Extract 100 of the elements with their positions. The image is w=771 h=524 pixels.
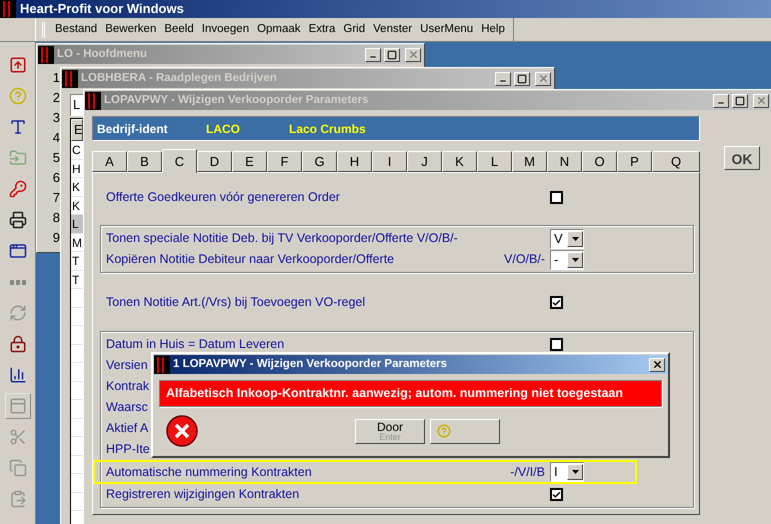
menu-item[interactable]: Venster (369, 20, 416, 38)
app-title: Heart-Profit voor Windows (20, 0, 184, 18)
scissors-icon (8, 428, 26, 446)
help-button[interactable] (430, 418, 500, 444)
select-field[interactable]: - (550, 250, 584, 270)
caret-icon (572, 236, 578, 240)
dropdown-button[interactable] (567, 230, 583, 246)
setting-label: Aktief A (106, 420, 148, 438)
setting-label: Kopiëren Notitie Debiteur naar Verkooporder/Offerte (106, 251, 394, 268)
tab[interactable]: J (407, 151, 442, 172)
logo-icon (62, 70, 78, 88)
window-title: LO - Hoofdmenu (57, 46, 148, 62)
menu-item[interactable]: Grid (339, 20, 370, 38)
tab[interactable]: F (267, 151, 302, 172)
check-icon (552, 298, 561, 308)
setting-label: Tonen Notitie Art.(/Vrs) bij Toevoegen VO-regel (106, 294, 366, 312)
maximize-button[interactable] (384, 48, 400, 62)
select-field[interactable]: I (550, 462, 584, 482)
checkbox[interactable] (550, 296, 563, 309)
menu-item[interactable]: Bestand (51, 20, 102, 38)
maximize-button[interactable] (514, 72, 530, 86)
tab[interactable]: N (547, 151, 582, 172)
company-code: LACO (206, 120, 241, 138)
logo-icon (0, 0, 16, 18)
setting-label: Waarsc (106, 399, 148, 416)
menu-item[interactable]: Opmaak (253, 20, 305, 38)
close-button[interactable] (649, 358, 665, 372)
input-field[interactable]: L (70, 94, 84, 116)
logo-icon (85, 92, 101, 110)
close-icon (652, 359, 662, 370)
close-icon (538, 73, 548, 84)
printer-icon (8, 211, 26, 229)
tab[interactable]: G (302, 151, 337, 172)
close-icon (408, 49, 418, 60)
tab[interactable]: O (582, 151, 617, 172)
maximize-icon (387, 50, 397, 60)
minimize-button[interactable] (495, 72, 511, 86)
tab[interactable]: K (442, 151, 477, 172)
minimize-button[interactable] (713, 94, 729, 108)
row-number: 6 (52, 169, 60, 187)
field-label: Bedrijf-ident (97, 120, 169, 138)
window-title: 1 LOPAVPWY - Wijzigen Verkooporder Parameters (173, 356, 448, 372)
tab[interactable]: C (162, 149, 197, 173)
table-cell[interactable]: M (71, 234, 83, 252)
setting-label: Automatische nummering Kontrakten (106, 464, 312, 481)
setting-label: Offerte Goedkeuren vóór genereren Order (106, 189, 340, 206)
menu-item[interactable]: Beeld (160, 20, 198, 38)
caret-icon (572, 258, 578, 262)
refresh-icon (8, 304, 26, 322)
help-icon (437, 424, 451, 438)
table-cell[interactable]: L (71, 215, 83, 234)
door-button[interactable]: Door Enter (355, 418, 425, 444)
table-cell[interactable]: H (71, 160, 83, 178)
row-number: 7 (52, 189, 60, 207)
select-field[interactable]: V (550, 228, 584, 248)
tab[interactable]: H (337, 151, 372, 172)
table-cell[interactable]: K (71, 196, 83, 215)
paste-icon (8, 490, 26, 508)
row-number: 2 (52, 89, 60, 107)
tab[interactable]: M (512, 151, 547, 172)
checkbox[interactable] (550, 191, 563, 204)
tab[interactable]: E (232, 151, 267, 172)
setting-label: Registreren wijzigingen Kontrakten (106, 486, 300, 504)
row-number: 4 (52, 129, 60, 147)
checkbox[interactable] (550, 488, 563, 501)
close-button[interactable] (753, 94, 769, 108)
error-message: Alfabetisch Inkoop-Kontraktnr. aanwezig; autom. nummering niet toegestaan (159, 380, 662, 407)
lock-icon (8, 335, 26, 353)
tab[interactable]: B (127, 151, 162, 172)
option-codes: V/O/B/- (504, 251, 545, 268)
close-button[interactable] (535, 72, 551, 86)
row-number: 1 (52, 69, 60, 87)
tab[interactable]: L (477, 151, 512, 172)
row-number: 3 (52, 109, 60, 127)
ok-button[interactable]: OK (724, 146, 760, 170)
tab[interactable]: I (372, 151, 407, 172)
menu-item[interactable]: Invoegen (198, 20, 254, 38)
maximize-button[interactable] (732, 94, 748, 108)
row-number: 5 (52, 149, 60, 167)
company-name: Laco Crumbs (289, 120, 366, 138)
minimize-button[interactable] (365, 48, 381, 62)
caret-icon (572, 470, 578, 474)
checkbox[interactable] (550, 338, 563, 351)
tab[interactable]: P (617, 151, 652, 172)
tab[interactable]: A (92, 151, 127, 172)
dropdown-button[interactable] (567, 464, 583, 480)
check-icon (552, 490, 561, 500)
folder-icon (8, 149, 26, 167)
menu-item[interactable]: Help (477, 20, 509, 38)
menu-item[interactable]: UserMenu (416, 20, 478, 38)
close-icon (756, 95, 766, 106)
menu-item[interactable]: Extra (304, 20, 340, 38)
row-number: 9 (52, 229, 60, 247)
tab[interactable]: Q (652, 151, 700, 172)
dropdown-button[interactable] (567, 252, 583, 268)
menu-item[interactable]: Bewerken (101, 20, 160, 38)
close-button[interactable] (405, 48, 421, 62)
logo-icon (154, 356, 170, 374)
tab[interactable]: D (197, 151, 232, 172)
maximize-icon (517, 74, 527, 84)
